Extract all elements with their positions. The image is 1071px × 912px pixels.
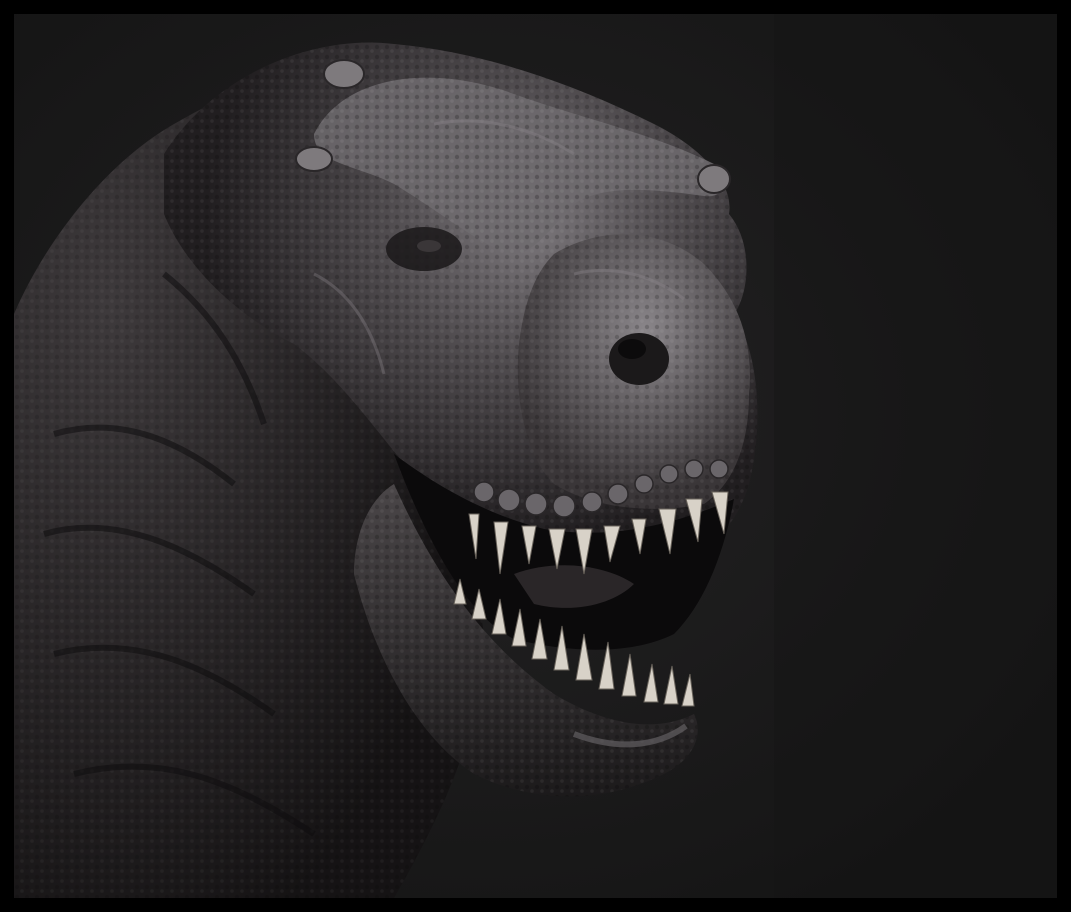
render-canvas <box>14 14 1057 898</box>
dinosaur-render <box>14 14 1057 898</box>
image-frame <box>0 0 1071 912</box>
eye-icon <box>417 240 441 252</box>
